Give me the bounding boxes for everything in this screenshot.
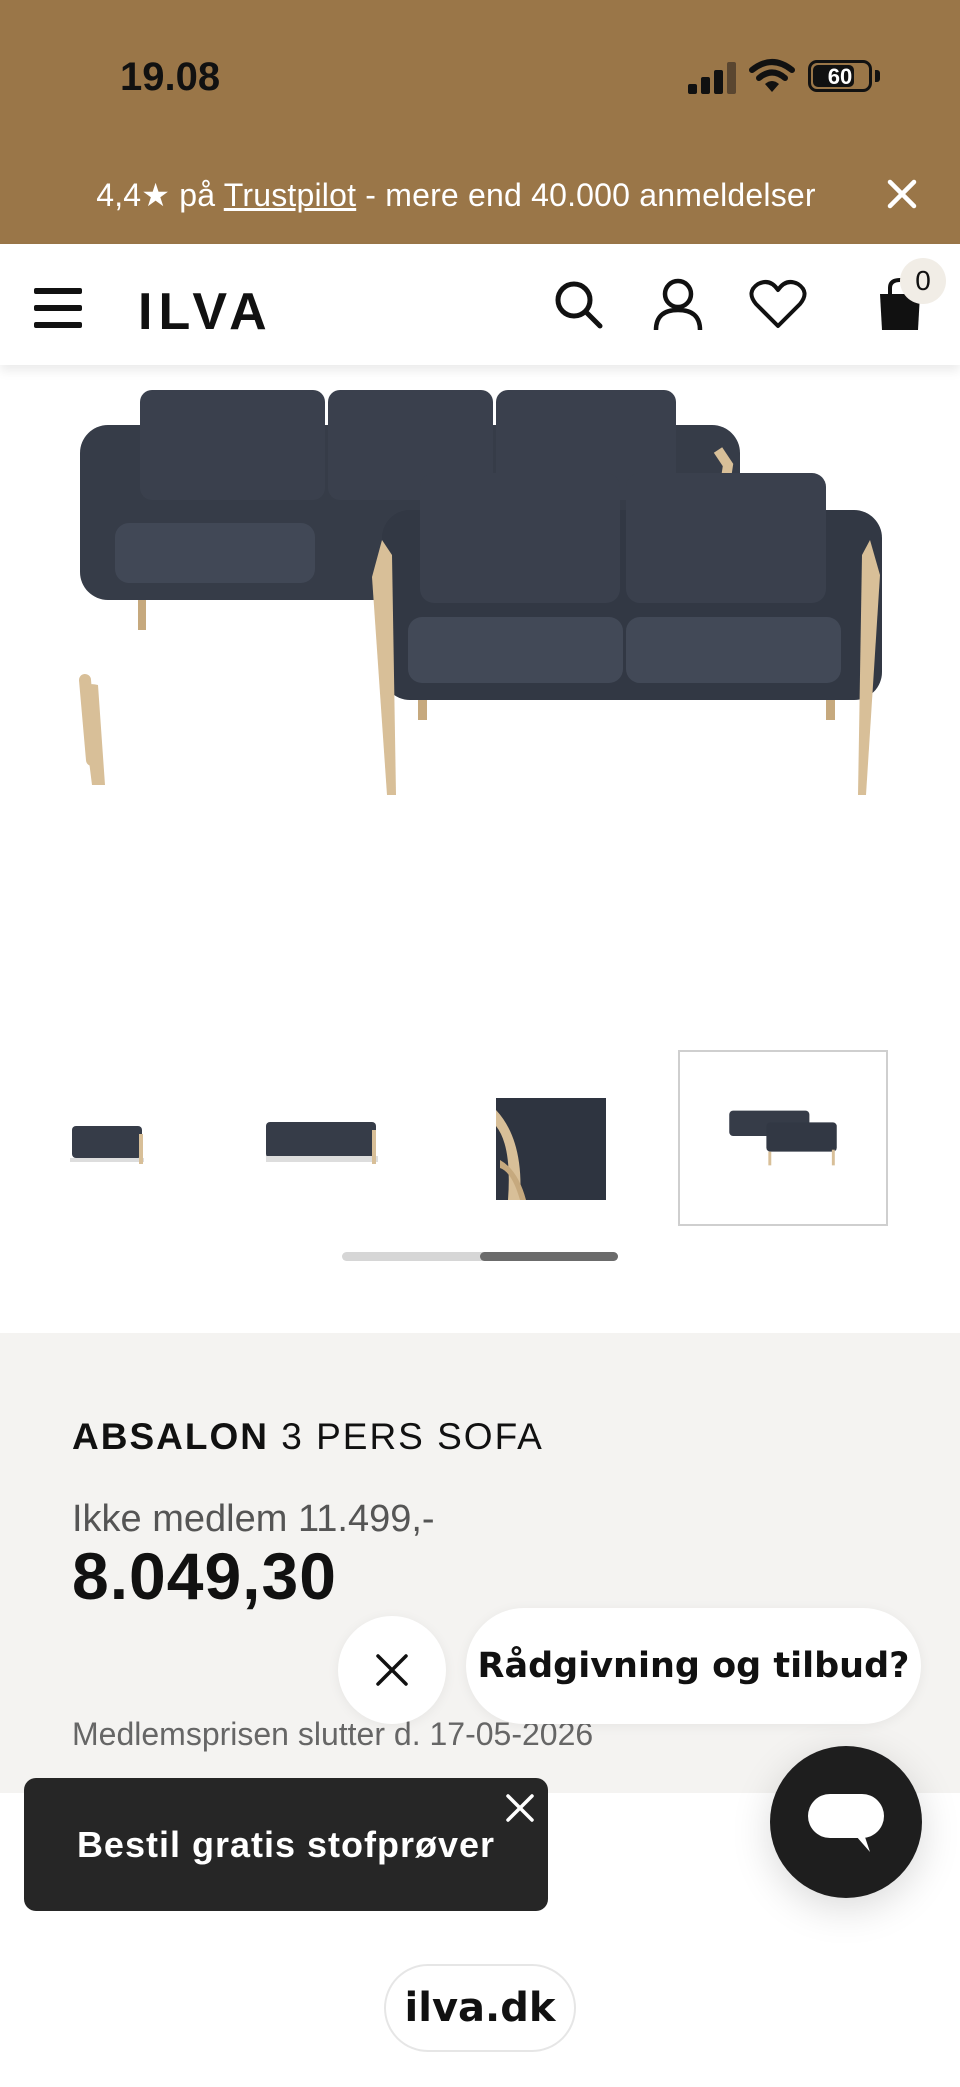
- chat-prompt-bubble[interactable]: Rådgivning og tilbud?: [466, 1608, 921, 1724]
- gallery-scrollbar-thumb[interactable]: [480, 1252, 618, 1261]
- wishlist-heart-icon[interactable]: [748, 274, 808, 334]
- product-title: ABSALON 3 PERS SOFA: [72, 1416, 544, 1458]
- browser-url-pill[interactable]: ilva.dk: [384, 1964, 576, 2052]
- close-icon: [376, 1654, 408, 1686]
- cart-count-badge: 0: [900, 258, 946, 304]
- close-icon[interactable]: [884, 176, 920, 212]
- gallery-scrollbar[interactable]: [342, 1252, 618, 1261]
- thumbnail-4-selected[interactable]: [678, 1050, 888, 1226]
- site-header: ILVA: [0, 244, 960, 365]
- trustpilot-link[interactable]: Trustpilot: [224, 177, 356, 213]
- product-brand: ABSALON: [72, 1416, 269, 1457]
- status-bar: 19.08 60: [0, 0, 960, 140]
- non-member-price: Ikke medlem 11.499,-: [72, 1498, 435, 1540]
- cellular-signal-icon: [688, 62, 736, 94]
- account-icon[interactable]: [648, 274, 708, 334]
- member-price: 8.049,30: [72, 1539, 337, 1613]
- trustpilot-banner-text: 4,4★ på Trustpilot - mere end 40.000 anm…: [96, 177, 816, 213]
- battery-level: 60: [827, 64, 853, 89]
- fabric-samples-toast[interactable]: Bestil gratis stofprøver: [24, 1778, 548, 1911]
- battery-icon: 60: [808, 60, 872, 92]
- thumbnail-3[interactable]: [460, 1050, 670, 1226]
- thumbnail-strip: [0, 1040, 960, 1240]
- chat-dismiss-button[interactable]: [338, 1616, 446, 1724]
- trustpilot-banner: 4,4★ på Trustpilot - mere end 40.000 anm…: [0, 140, 960, 244]
- ilva-logo[interactable]: ILVA: [138, 282, 273, 342]
- hamburger-menu-icon[interactable]: [34, 288, 84, 328]
- wifi-icon: [749, 59, 795, 92]
- clock: 19.08: [120, 55, 221, 99]
- thumbnail-1[interactable]: [40, 1050, 250, 1226]
- search-icon[interactable]: [548, 274, 608, 334]
- product-info-panel: ABSALON 3 PERS SOFA Ikke medlem 11.499,-…: [0, 1333, 960, 1793]
- close-icon[interactable]: [502, 1790, 538, 1826]
- thumbnail-2[interactable]: [250, 1050, 460, 1226]
- chat-launcher-button[interactable]: [770, 1746, 922, 1898]
- sofa-front-image: [372, 473, 882, 795]
- chat-bubble-icon: [808, 1794, 884, 1852]
- product-main-image[interactable]: [0, 365, 960, 1025]
- product-name: 3 PERS SOFA: [268, 1416, 544, 1457]
- fabric-samples-label: Bestil gratis stofprøver: [76, 1824, 496, 1865]
